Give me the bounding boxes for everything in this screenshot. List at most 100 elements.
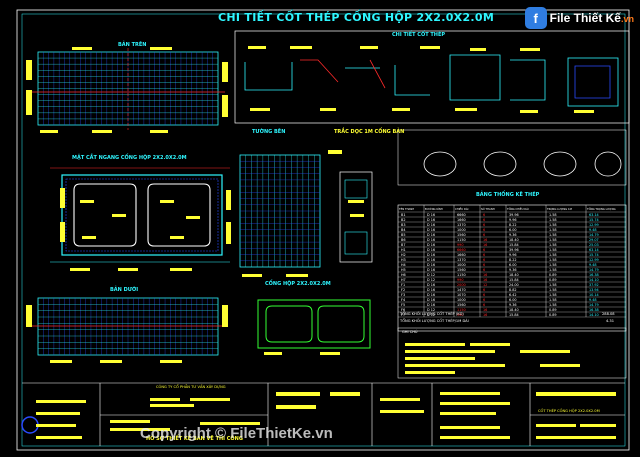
- table-cell: 12: [483, 283, 487, 287]
- table-cell: 1.58: [549, 263, 557, 267]
- table-cell: 9.36: [509, 303, 517, 307]
- table-cell: 9.48: [589, 298, 597, 302]
- table-cell: 24.00: [509, 283, 519, 287]
- label-notes: GHI CHÚ: [402, 330, 418, 334]
- table-cell: D 16: [427, 268, 435, 272]
- table-cell: 6: [483, 218, 485, 222]
- table-cell: 6: [483, 298, 485, 302]
- table-cell: 39.96: [509, 213, 519, 217]
- table-cell: 8.22: [509, 223, 517, 227]
- table-cell: 0.89: [549, 313, 557, 317]
- table-cell: 1.58: [549, 238, 557, 242]
- table-cell: 1.58: [549, 228, 557, 232]
- label-wall: TƯỜNG BÊN: [252, 129, 286, 135]
- table-cell: 1.58: [549, 243, 557, 247]
- table-cell: 6: [483, 293, 485, 297]
- table-cell: B7: [401, 243, 405, 247]
- table-cell: 6.42: [509, 293, 517, 297]
- table-cell: D 16: [427, 238, 435, 242]
- table-cell: 1.58: [549, 218, 557, 222]
- table-cell: 9.48: [589, 228, 597, 232]
- table-cell: D 16: [427, 228, 435, 232]
- drawing-frame: [16, 9, 630, 451]
- table-header-cell: ĐƯỜNG KÍNH: [425, 206, 443, 211]
- table-cell: 1070: [457, 293, 466, 297]
- table-cell: F2: [401, 288, 405, 292]
- rebar-detail-box: [234, 30, 630, 124]
- table-cell: 6: [483, 213, 485, 217]
- table-per-meter-label: TỔNG KHỐI LƯỢNG CỐT THÉP/1M DÀI: [400, 319, 469, 323]
- table-cell: 1.58: [549, 213, 557, 217]
- title-block-sheet-title: CỐT THÉP CỐNG HỘP 2X2.0X2.0M: [538, 409, 600, 413]
- table-cell: 6660: [457, 213, 466, 217]
- table-cell: 16.38: [589, 308, 599, 312]
- bottom-slab-plan: [30, 297, 225, 356]
- table-header-cell: TÊN THANH: [399, 206, 414, 211]
- cad-drawing-canvas: TÊN THANH ĐƯỜNG KÍNH CHIỀU DÀI SỐ THANH TỔNG…: [16, 9, 630, 451]
- table-cell: 18.40: [509, 238, 519, 242]
- table-cell: 6: [483, 223, 485, 227]
- table-cell: B4: [401, 228, 405, 232]
- table-cell: 1.58: [549, 268, 557, 272]
- table-cell: 14.10: [589, 278, 599, 282]
- table-cell: 9.96: [509, 253, 517, 257]
- table-cell: B3: [401, 223, 405, 227]
- table-header-cell: CHIỀU DÀI: [455, 206, 469, 211]
- table-cell: 1.58: [549, 303, 557, 307]
- table-cell: 6: [483, 228, 485, 232]
- watermark-copyright: Copyright © FileThietKe.vn: [140, 425, 333, 442]
- table-cell: 1000: [457, 228, 466, 232]
- table-cell: D 16: [427, 258, 435, 262]
- table-cell: 1150: [457, 238, 466, 242]
- table-cell: F3: [401, 293, 405, 297]
- table-header-cell: TỔNG CHIỀU DÀI: [507, 206, 529, 211]
- table-cell: 16: [483, 313, 487, 317]
- table-cell: 1.58: [549, 258, 557, 262]
- table-cell: 6.00: [509, 228, 517, 232]
- table-cell: D 16: [427, 223, 435, 227]
- table-cell: B2: [401, 218, 405, 222]
- table-cell: D 16: [427, 283, 435, 287]
- table-cell: D 16: [427, 218, 435, 222]
- table-cell: 1.58: [549, 298, 557, 302]
- table-cell: 1.58: [549, 283, 557, 287]
- logo-name: File Thiết Kế: [549, 11, 621, 25]
- table-cell: D 16: [427, 298, 435, 302]
- inner-frame: [21, 13, 626, 447]
- table-cell: 16: [483, 238, 487, 242]
- table-cell: 0.89: [549, 308, 557, 312]
- table-cell: 15.74: [589, 218, 599, 222]
- table-cell: 8.82: [509, 288, 517, 292]
- table-cell: 1560: [457, 233, 466, 237]
- table-cell: 63.14: [589, 213, 599, 217]
- table-cell: 6: [483, 263, 485, 267]
- table-cell: 1.58: [549, 233, 557, 237]
- table-cell: H7: [401, 278, 406, 282]
- table-cell: F5: [401, 303, 405, 307]
- site-logo: f File Thiết Kế.vn: [524, 7, 634, 29]
- table-per-meter-value: 4.31: [606, 319, 615, 323]
- table-cell: H1: [401, 248, 406, 252]
- table-cell: 1000: [457, 298, 466, 302]
- box-culvert-section: [257, 299, 371, 349]
- table-total-label: TỔNG KHỐI LƯỢNG CỐT THÉP (KG): [400, 312, 464, 316]
- table-cell: 9.48: [589, 263, 597, 267]
- table-cell: 8.22: [509, 258, 517, 262]
- table-cell: 6: [483, 233, 485, 237]
- label-top-slab: BẢN TRÊN: [118, 42, 147, 48]
- table-cell: H2: [401, 253, 406, 257]
- table-cell: 6: [483, 288, 485, 292]
- logo-tld: .vn: [620, 14, 634, 24]
- table-cell: 15.84: [509, 278, 519, 282]
- table-cell: 0.89: [549, 273, 557, 277]
- table-cell: 14.79: [589, 233, 599, 237]
- table-cell: 6: [483, 258, 485, 262]
- table-header-cell: TRỌNG LƯỢNG 1M: [547, 207, 572, 211]
- table-cell: B6: [401, 238, 405, 242]
- table-cell: F4: [401, 298, 405, 302]
- table-cell: 13.94: [589, 288, 599, 292]
- table-cell: D 12: [427, 273, 435, 277]
- table-cell: 1560: [457, 268, 466, 272]
- table-cell: 1370: [457, 223, 466, 227]
- table-cell: 16: [483, 278, 487, 282]
